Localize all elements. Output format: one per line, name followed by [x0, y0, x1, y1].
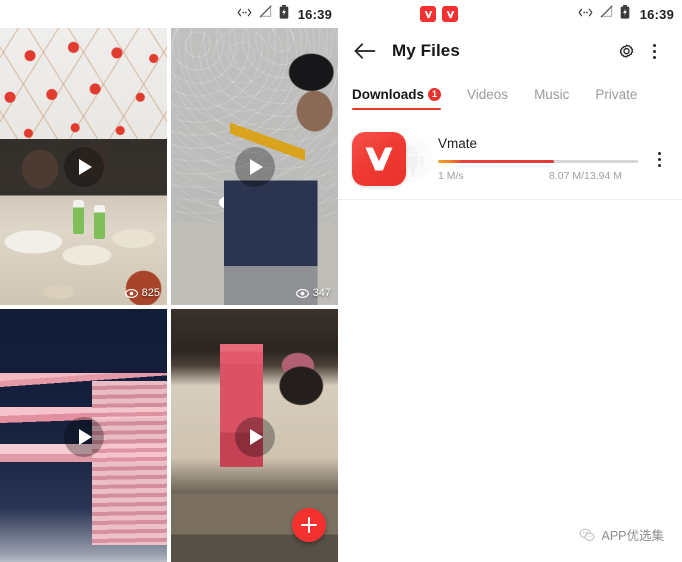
- play-icon[interactable]: [234, 146, 275, 187]
- download-item-name: Vmate: [438, 136, 478, 151]
- download-item-overflow-button[interactable]: [648, 151, 670, 167]
- right-status-bar: 16:39: [338, 0, 682, 28]
- play-icon[interactable]: [234, 417, 275, 457]
- play-icon[interactable]: [63, 146, 104, 187]
- screenshot-root: 16:39 825 347 16:39 My Files Downloads 1…: [0, 0, 682, 562]
- right-panel-my-files: 16:39 My Files Downloads 1 Videos Music …: [338, 0, 682, 562]
- download-item-meta: 1 M/s 8.07 M/13.94 M: [438, 170, 638, 182]
- left-panel-vmate-feed: 16:39 825 347: [0, 0, 338, 562]
- battery-charging-icon: [620, 4, 630, 24]
- settings-button[interactable]: [612, 37, 640, 65]
- app-bar: My Files: [338, 28, 682, 74]
- left-status-time: 16:39: [297, 6, 332, 22]
- downloads-list: Vmate 1 M/s 8.07 M/13.94 M: [338, 110, 682, 200]
- signal-off-icon: [259, 5, 272, 23]
- more-vertical-icon: [652, 43, 656, 59]
- download-item[interactable]: Vmate 1 M/s 8.07 M/13.94 M: [338, 120, 682, 200]
- download-item-info: Vmate 1 M/s 8.07 M/13.94 M: [438, 136, 646, 182]
- video-grid: 825 347: [0, 28, 338, 562]
- view-count-label-1: 825: [141, 287, 160, 299]
- download-item-icon-wrap: [352, 130, 436, 188]
- video-thumbnail-2[interactable]: 347: [171, 28, 338, 305]
- right-status-time: 16:39: [639, 6, 674, 22]
- eye-icon: [124, 288, 138, 298]
- right-status-icons: 16:39: [578, 0, 674, 28]
- download-speed: 1 M/s: [438, 170, 464, 182]
- wechat-icon: [579, 527, 595, 543]
- overflow-menu-button[interactable]: [640, 37, 668, 65]
- download-progress-bar: [438, 160, 638, 163]
- video-thumbnail-1[interactable]: 825: [0, 28, 167, 305]
- eye-icon: [295, 288, 309, 298]
- vmate-notification-icon: [420, 6, 436, 22]
- usb-data-icon: [578, 5, 593, 23]
- download-progress-fill: [438, 160, 554, 163]
- play-icon[interactable]: [63, 417, 104, 457]
- gear-icon: [619, 44, 633, 58]
- notification-icons: [420, 6, 458, 22]
- vmate-notification-icon: [442, 6, 458, 22]
- tab-bar: Downloads 1 Videos Music Private: [338, 74, 682, 110]
- back-arrow-icon: [354, 43, 376, 59]
- battery-charging-icon: [279, 4, 289, 24]
- add-video-fab-button[interactable]: [292, 508, 326, 542]
- tab-music-label: Music: [534, 87, 570, 102]
- tab-downloads[interactable]: Downloads 1: [352, 87, 442, 110]
- list-divider: [338, 199, 682, 200]
- page-title: My Files: [392, 41, 460, 60]
- view-count-2: 347: [295, 287, 331, 299]
- left-status-icons: [237, 4, 289, 24]
- back-button[interactable]: [352, 38, 378, 64]
- video-thumbnail-3[interactable]: [0, 309, 167, 562]
- view-count-1: 825: [124, 287, 160, 299]
- tab-downloads-label: Downloads: [352, 87, 425, 102]
- tab-private-label: Private: [595, 87, 638, 102]
- signal-off-icon: [600, 5, 613, 23]
- more-vertical-icon: [657, 151, 661, 167]
- tab-private[interactable]: Private: [595, 87, 637, 110]
- tab-videos[interactable]: Videos: [467, 87, 508, 110]
- tab-videos-label: Videos: [467, 87, 509, 102]
- watermark: APP优选集: [579, 525, 664, 544]
- left-status-bar: 16:39: [0, 0, 338, 28]
- vmate-app-icon: [352, 132, 406, 186]
- downloads-badge: 1: [428, 88, 442, 101]
- download-size: 8.07 M/13.94 M: [549, 170, 622, 182]
- watermark-text: APP优选集: [601, 529, 664, 543]
- view-count-label-2: 347: [312, 287, 331, 299]
- tab-music[interactable]: Music: [534, 87, 569, 110]
- usb-data-icon: [237, 5, 252, 23]
- video-thumbnail-4[interactable]: [171, 309, 338, 562]
- tab-active-underline: [352, 107, 442, 110]
